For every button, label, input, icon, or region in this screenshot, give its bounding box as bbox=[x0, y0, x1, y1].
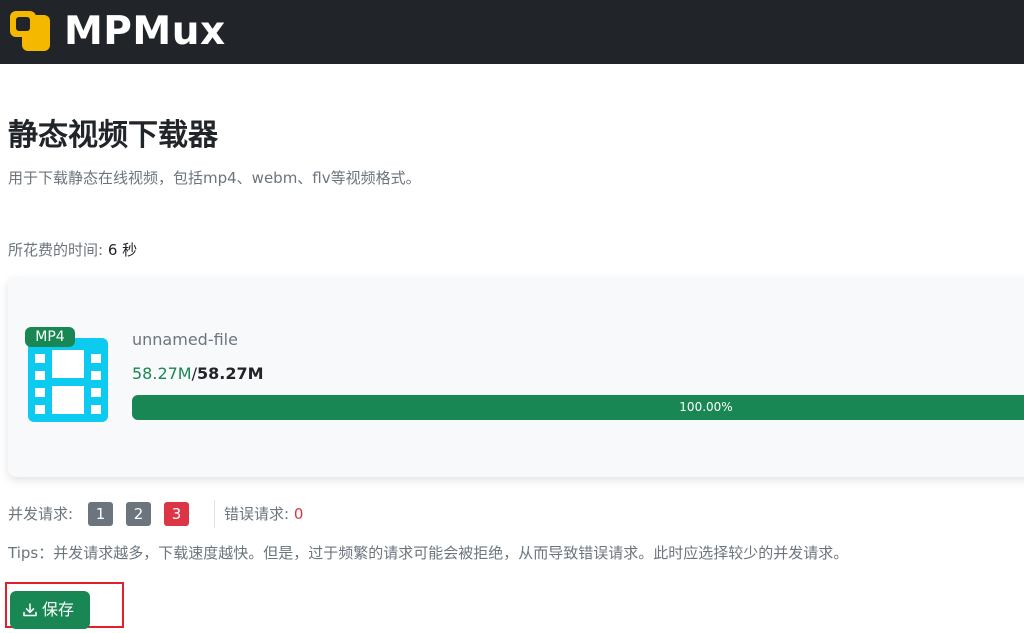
file-name: unnamed-file bbox=[132, 330, 238, 349]
file-size: 58.27M/58.27M bbox=[132, 362, 264, 386]
error-count: 0 bbox=[293, 505, 304, 523]
concurrency-option-1[interactable]: 1 bbox=[88, 502, 113, 526]
progress-text: 100.00% bbox=[679, 400, 733, 414]
error-requests: 错误请求: 0 bbox=[224, 502, 303, 526]
tips-text: Tips：并发请求越多，下载速度越快。但是，过于频繁的请求可能会被拒绝，从而导致… bbox=[8, 544, 849, 562]
save-label: 保存 bbox=[42, 600, 75, 619]
downloaded-size: 58.27M bbox=[132, 364, 192, 383]
download-card: MP4 unnamed-file 58.27M/58.27M 100.00% bbox=[8, 278, 1024, 477]
concurrency-label: 并发请求: bbox=[8, 505, 74, 523]
elapsed-label: 所花费的时间: bbox=[8, 241, 104, 259]
logo-square-icon[interactable] bbox=[8, 11, 52, 55]
download-icon bbox=[23, 603, 37, 617]
page-description: 用于下载静态在线视频，包括mp4、webm、flv等视频格式。 bbox=[8, 169, 421, 187]
save-button[interactable]: 保存 bbox=[10, 591, 90, 629]
elapsed-value: 6 秒 bbox=[107, 241, 138, 259]
progress-bar: 100.00% bbox=[132, 395, 1024, 420]
total-size: 58.27M bbox=[197, 364, 264, 383]
concurrency-option-2[interactable]: 2 bbox=[126, 502, 151, 526]
page-title: 静态视频下载器 bbox=[8, 118, 218, 153]
format-badge: MP4 bbox=[25, 327, 75, 347]
top-navbar: MPMux bbox=[0, 0, 1024, 64]
elapsed-time: 所花费的时间: 6 秒 bbox=[8, 238, 137, 262]
concurrency-option-3[interactable]: 3 bbox=[164, 502, 189, 526]
brand-name[interactable]: MPMux bbox=[64, 4, 226, 60]
error-label: 错误请求: bbox=[224, 505, 290, 523]
divider bbox=[214, 500, 215, 528]
